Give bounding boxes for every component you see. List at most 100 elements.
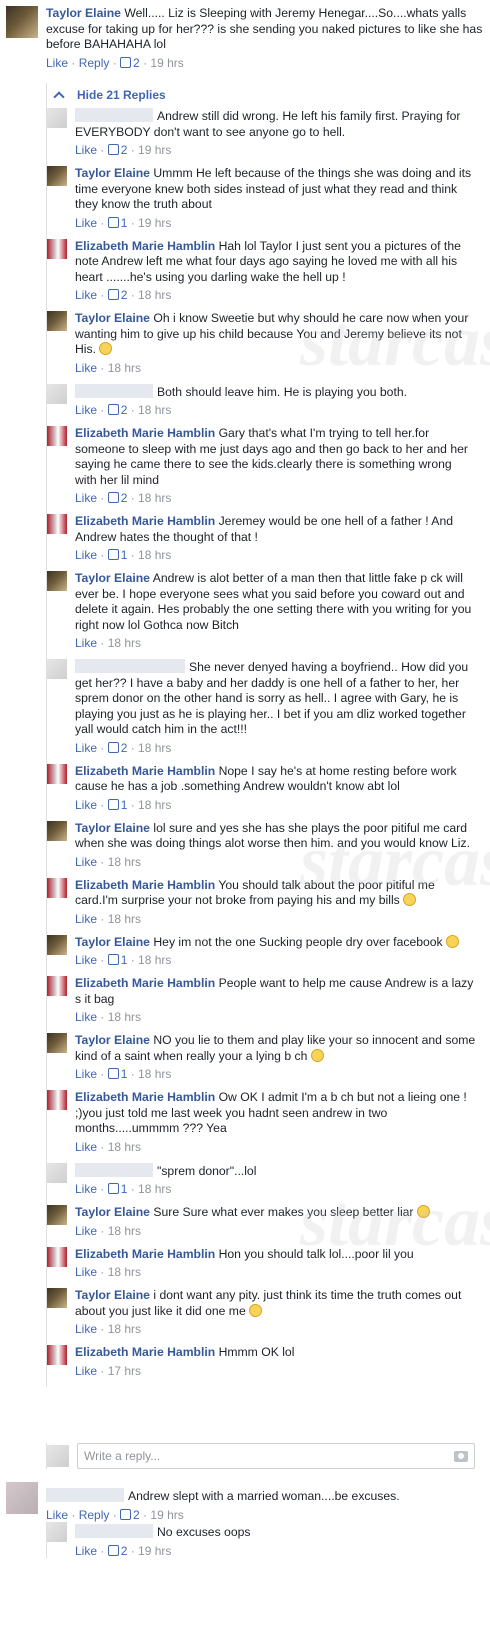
avatar[interactable]: [47, 1205, 67, 1225]
reply-author[interactable]: Elizabeth Marie Hamblin: [75, 976, 215, 990]
camera-icon[interactable]: [454, 1451, 468, 1462]
hide-replies-button[interactable]: Hide 21 Replies: [47, 83, 476, 108]
timestamp[interactable]: 18 hrs: [108, 912, 141, 926]
like-count[interactable]: 2: [107, 403, 127, 417]
avatar[interactable]: [47, 1246, 67, 1267]
like-link[interactable]: Like: [75, 143, 97, 157]
avatar[interactable]: [47, 1522, 67, 1542]
like-link[interactable]: Like: [75, 1010, 97, 1024]
comment-author[interactable]: Taylor Elaine: [46, 6, 121, 20]
reply-author[interactable]: Taylor Elaine: [75, 1205, 150, 1219]
avatar[interactable]: [47, 238, 67, 259]
like-link[interactable]: Like: [75, 1544, 97, 1558]
reply-author[interactable]: Taylor Elaine: [75, 571, 150, 585]
timestamp[interactable]: 18 hrs: [138, 953, 171, 967]
avatar[interactable]: [47, 571, 67, 591]
like-link[interactable]: Like: [75, 636, 97, 650]
timestamp[interactable]: 18 hrs: [108, 1140, 141, 1154]
reply-author[interactable]: Elizabeth Marie Hamblin: [75, 1247, 215, 1261]
like-link[interactable]: Like: [75, 953, 97, 967]
like-link[interactable]: Like: [75, 1067, 97, 1081]
reply-author[interactable]: Taylor Elaine: [75, 935, 150, 949]
like-count[interactable]: 2: [107, 143, 127, 157]
like-count[interactable]: 2: [107, 288, 127, 302]
avatar[interactable]: [47, 108, 67, 128]
reply-author[interactable]: Elizabeth Marie Hamblin: [75, 1345, 215, 1359]
like-count[interactable]: 2: [120, 56, 140, 70]
blurred-author-name[interactable]: [75, 1524, 153, 1538]
blurred-author-name[interactable]: [75, 383, 153, 398]
avatar[interactable]: [47, 514, 67, 534]
reply-author[interactable]: Elizabeth Marie Hamblin: [75, 514, 215, 528]
avatar[interactable]: [47, 1162, 67, 1183]
avatar[interactable]: [47, 1288, 67, 1308]
avatar[interactable]: [47, 976, 67, 996]
blurred-author-name[interactable]: [75, 108, 153, 122]
avatar[interactable]: [6, 1482, 38, 1514]
avatar[interactable]: [47, 311, 67, 331]
avatar[interactable]: [47, 659, 67, 679]
timestamp[interactable]: 18 hrs: [108, 636, 141, 650]
avatar[interactable]: [47, 1033, 67, 1053]
avatar[interactable]: [6, 6, 38, 38]
timestamp[interactable]: 19 hrs: [150, 1508, 183, 1522]
reply-author[interactable]: Elizabeth Marie Hamblin: [75, 239, 215, 253]
like-count[interactable]: 2: [107, 1544, 127, 1558]
like-count[interactable]: 2: [120, 1508, 140, 1522]
like-link[interactable]: Like: [75, 798, 97, 812]
reply-author[interactable]: Elizabeth Marie Hamblin: [75, 1090, 215, 1104]
avatar[interactable]: [47, 1090, 67, 1110]
reply-input[interactable]: Write a reply...: [77, 1443, 475, 1469]
timestamp[interactable]: 18 hrs: [108, 1224, 141, 1238]
reply-author[interactable]: Taylor Elaine: [75, 311, 150, 325]
avatar[interactable]: [47, 877, 67, 898]
timestamp[interactable]: 18 hrs: [138, 403, 171, 417]
like-count[interactable]: 1: [107, 548, 127, 562]
avatar[interactable]: [47, 820, 67, 841]
like-count[interactable]: 2: [107, 491, 127, 505]
like-link[interactable]: Like: [46, 1508, 68, 1522]
like-link[interactable]: Like: [75, 361, 97, 375]
like-link[interactable]: Like: [75, 403, 97, 417]
timestamp[interactable]: 18 hrs: [138, 548, 171, 562]
like-link[interactable]: Like: [75, 1364, 97, 1378]
like-link[interactable]: Like: [75, 548, 97, 562]
timestamp[interactable]: 19 hrs: [138, 216, 171, 230]
timestamp[interactable]: 18 hrs: [138, 798, 171, 812]
timestamp[interactable]: 18 hrs: [138, 741, 171, 755]
like-link[interactable]: Like: [46, 56, 68, 70]
timestamp[interactable]: 18 hrs: [108, 1322, 141, 1336]
timestamp[interactable]: 19 hrs: [138, 143, 171, 157]
like-count[interactable]: 2: [107, 741, 127, 755]
avatar[interactable]: [47, 1345, 67, 1365]
avatar[interactable]: [47, 383, 67, 404]
reply-author[interactable]: Elizabeth Marie Hamblin: [75, 878, 215, 892]
reply-author[interactable]: Taylor Elaine: [75, 1288, 150, 1302]
reply-link[interactable]: Reply: [79, 1508, 110, 1522]
like-count[interactable]: 1: [107, 1182, 127, 1196]
timestamp[interactable]: 18 hrs: [108, 361, 141, 375]
like-link[interactable]: Like: [75, 912, 97, 926]
blurred-author-name[interactable]: [46, 1488, 124, 1502]
avatar[interactable]: [47, 426, 67, 446]
like-link[interactable]: Like: [75, 491, 97, 505]
like-link[interactable]: Like: [75, 1224, 97, 1238]
like-link[interactable]: Like: [75, 1140, 97, 1154]
avatar[interactable]: [47, 166, 67, 186]
like-link[interactable]: Like: [75, 741, 97, 755]
like-count[interactable]: 1: [107, 1067, 127, 1081]
like-link[interactable]: Like: [75, 1182, 97, 1196]
timestamp[interactable]: 18 hrs: [138, 288, 171, 302]
timestamp[interactable]: 17 hrs: [108, 1364, 141, 1378]
timestamp[interactable]: 18 hrs: [108, 855, 141, 869]
like-link[interactable]: Like: [75, 288, 97, 302]
reply-author[interactable]: Elizabeth Marie Hamblin: [75, 426, 215, 440]
like-link[interactable]: Like: [75, 1322, 97, 1336]
avatar[interactable]: [47, 934, 67, 955]
reply-author[interactable]: Taylor Elaine: [75, 821, 150, 835]
timestamp[interactable]: 18 hrs: [138, 1067, 171, 1081]
like-link[interactable]: Like: [75, 855, 97, 869]
reply-link[interactable]: Reply: [79, 56, 110, 70]
like-link[interactable]: Like: [75, 216, 97, 230]
timestamp[interactable]: 18 hrs: [108, 1265, 141, 1279]
